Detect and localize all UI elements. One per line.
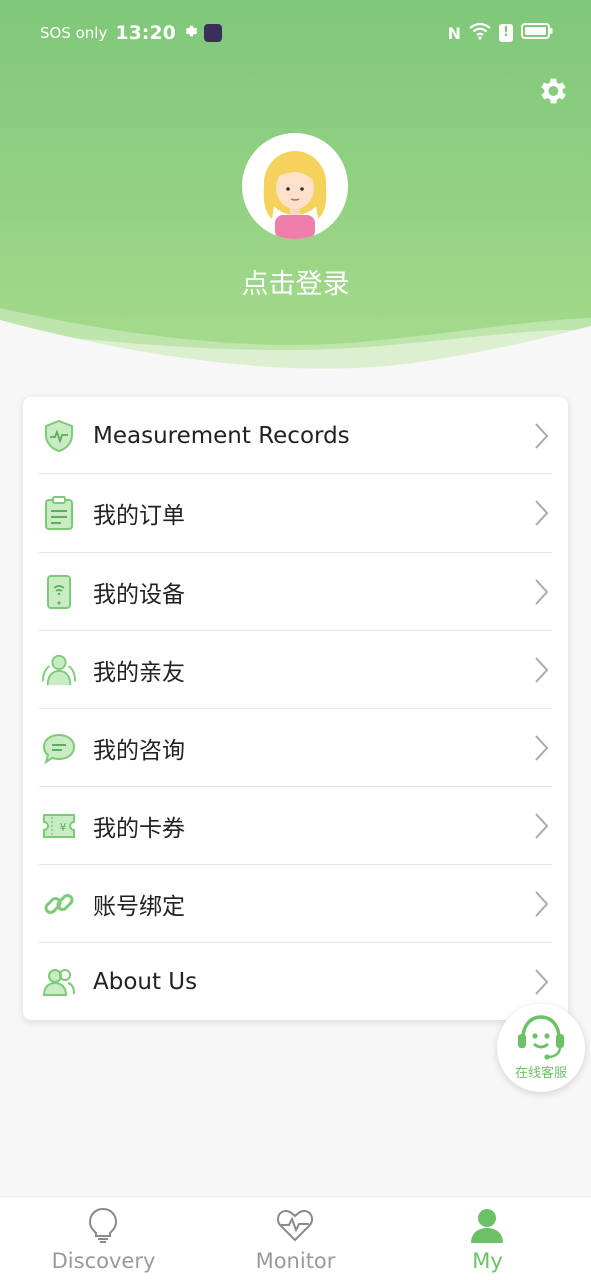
menu-item-orders[interactable]: 我的订单 xyxy=(39,474,552,552)
menu-item-coupons[interactable]: ¥ 我的卡券 xyxy=(39,787,552,865)
chevron-right-icon xyxy=(530,967,552,997)
status-bar: SOS only 13:20 N ! xyxy=(0,0,591,66)
tab-my[interactable]: My xyxy=(389,1197,586,1280)
menu-item-label: 我的卡券 xyxy=(93,816,185,842)
alert-icon: ! xyxy=(499,24,513,42)
menu-item-about-us[interactable]: About Us xyxy=(39,943,552,1021)
chat-bubble-icon xyxy=(41,730,77,766)
menu-item-label: 账号绑定 xyxy=(93,894,185,920)
menu-item-label: 我的设备 xyxy=(93,582,185,608)
svg-text:¥: ¥ xyxy=(60,821,67,834)
chevron-right-icon xyxy=(530,733,552,763)
chevron-right-icon xyxy=(530,498,552,528)
chevron-right-icon xyxy=(530,655,552,685)
menu-item-account-binding[interactable]: 账号绑定 xyxy=(39,865,552,943)
tab-label: Monitor xyxy=(255,1249,336,1273)
header-wave-decoration xyxy=(0,308,591,380)
menu-item-friends[interactable]: 我的亲友 xyxy=(39,631,552,709)
wifi-icon xyxy=(469,22,491,44)
online-service-button[interactable]: 在线客服 xyxy=(497,1004,585,1092)
tab-discovery[interactable]: Discovery xyxy=(5,1197,202,1280)
login-prompt[interactable]: 点击登录 xyxy=(0,262,591,301)
menu-item-label: About Us xyxy=(93,969,198,995)
online-service-label: 在线客服 xyxy=(514,1066,567,1081)
menu-item-label: 我的亲友 xyxy=(93,660,185,686)
users-icon xyxy=(41,964,77,1000)
chevron-right-icon xyxy=(530,889,552,919)
tab-label: My xyxy=(472,1249,503,1273)
menu-item-label: 我的订单 xyxy=(93,503,185,529)
chevron-right-icon xyxy=(530,577,552,607)
clock: 13:20 xyxy=(115,22,176,44)
settings-status-icon xyxy=(182,23,198,43)
chevron-right-icon xyxy=(530,421,552,451)
nfc-icon: N xyxy=(447,23,461,43)
battery-icon xyxy=(521,22,553,44)
chevron-right-icon xyxy=(530,811,552,841)
menu-item-devices[interactable]: 我的设备 xyxy=(39,553,552,631)
link-icon xyxy=(41,886,77,922)
tab-label: Discovery xyxy=(51,1249,156,1273)
menu-item-consultations[interactable]: 我的咨询 xyxy=(39,709,552,787)
lightbulb-icon xyxy=(88,1207,118,1243)
menu-item-measurement-records[interactable]: Measurement Records xyxy=(39,397,552,475)
phone-device-icon xyxy=(41,574,77,610)
avatar[interactable] xyxy=(242,133,348,239)
app-notification-icon xyxy=(203,24,222,42)
menu-item-label: 我的咨询 xyxy=(93,738,185,764)
person-icon xyxy=(471,1209,503,1243)
bottom-tab-bar: Discovery Monitor My xyxy=(0,1196,591,1280)
settings-gear-icon[interactable] xyxy=(535,74,569,108)
menu-item-label: Measurement Records xyxy=(93,423,350,449)
network-status: SOS only xyxy=(40,24,108,42)
clipboard-icon xyxy=(41,495,77,531)
heart-pulse-icon xyxy=(276,1209,314,1242)
tab-monitor[interactable]: Monitor xyxy=(197,1197,394,1280)
headset-smile-icon xyxy=(518,1015,564,1060)
shield-pulse-icon xyxy=(41,418,77,454)
coupon-ticket-icon: ¥ xyxy=(41,808,77,844)
cartoon-girl-avatar-icon xyxy=(263,151,327,239)
people-group-icon xyxy=(41,652,77,688)
menu-card: Measurement Records 我的订单 我的设备 我的亲友 我的咨询 xyxy=(23,397,568,1020)
